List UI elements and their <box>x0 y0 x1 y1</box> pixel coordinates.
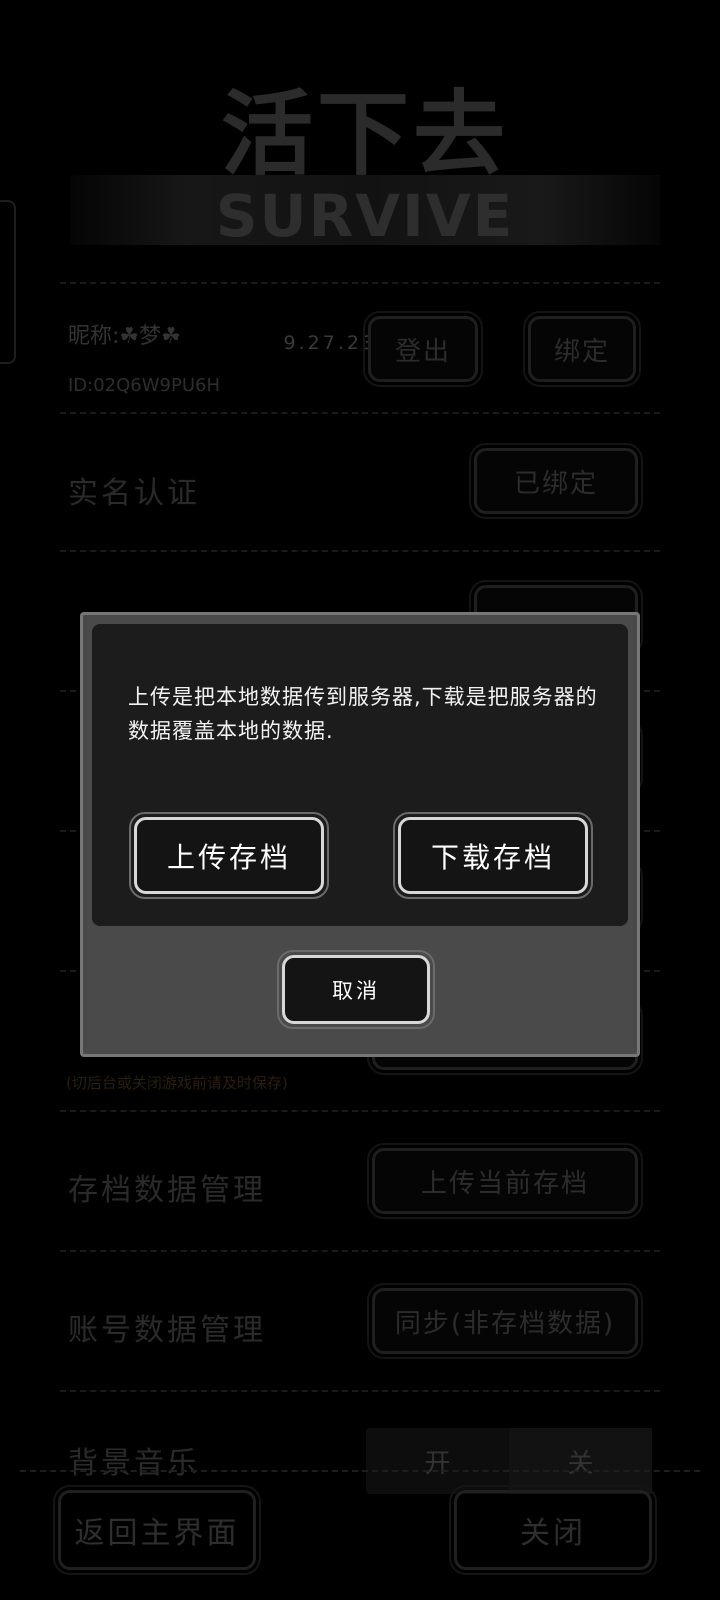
divider <box>60 1110 660 1112</box>
bind-button[interactable]: 绑定 <box>523 311 641 387</box>
save-manage-label: 存档数据管理 <box>68 1173 266 1208</box>
music-label: 背景音乐 <box>68 1446 200 1481</box>
side-tab[interactable] <box>0 200 16 364</box>
upload-current-save-button[interactable]: 上传当前存档 <box>367 1143 643 1219</box>
divider <box>60 550 660 552</box>
dialog-message: 上传是把本地数据传到服务器,下载是把服务器的数据覆盖本地的数据. <box>128 685 598 743</box>
footer-divider <box>20 1470 700 1472</box>
autosave-hint: (切后台或关闭游戏前请及时保存) <box>66 1074 288 1092</box>
music-off-option[interactable]: 关 <box>509 1428 652 1494</box>
music-on-option[interactable]: 开 <box>366 1428 509 1494</box>
account-manage-label: 账号数据管理 <box>68 1313 266 1348</box>
upload-save-button[interactable]: 上传存档 <box>129 812 329 899</box>
back-to-main-button[interactable]: 返回主界面 <box>53 1485 261 1575</box>
divider <box>60 1390 660 1392</box>
divider <box>60 412 660 414</box>
realname-label: 实名认证 <box>68 476 200 511</box>
divider <box>60 1250 660 1252</box>
logo-title-en: SURVIVE <box>215 182 515 250</box>
sync-account-button[interactable]: 同步(非存档数据) <box>367 1283 643 1359</box>
divider <box>60 282 660 284</box>
game-logo: 活下去 SURVIVE 9.27.23277.2 <box>70 80 660 354</box>
nickname-label: 昵称:☘梦☘ <box>68 324 181 349</box>
music-toggle[interactable]: 开 关 <box>366 1428 652 1494</box>
user-id-label: ID:02Q6W9PU6H <box>68 375 221 396</box>
logo-title-cn: 活下去 <box>220 81 509 188</box>
close-button[interactable]: 关闭 <box>449 1485 657 1575</box>
dialog-content-panel: 上传是把本地数据传到服务器,下载是把服务器的数据覆盖本地的数据. 上传存档 下载… <box>92 624 628 926</box>
save-sync-dialog: 上传是把本地数据传到服务器,下载是把服务器的数据覆盖本地的数据. 上传存档 下载… <box>80 612 640 1057</box>
download-save-button[interactable]: 下载存档 <box>393 812 593 899</box>
logout-button[interactable]: 登出 <box>363 311 483 387</box>
realname-bound-button[interactable]: 已绑定 <box>469 443 643 519</box>
cancel-button[interactable]: 取消 <box>277 950 435 1029</box>
